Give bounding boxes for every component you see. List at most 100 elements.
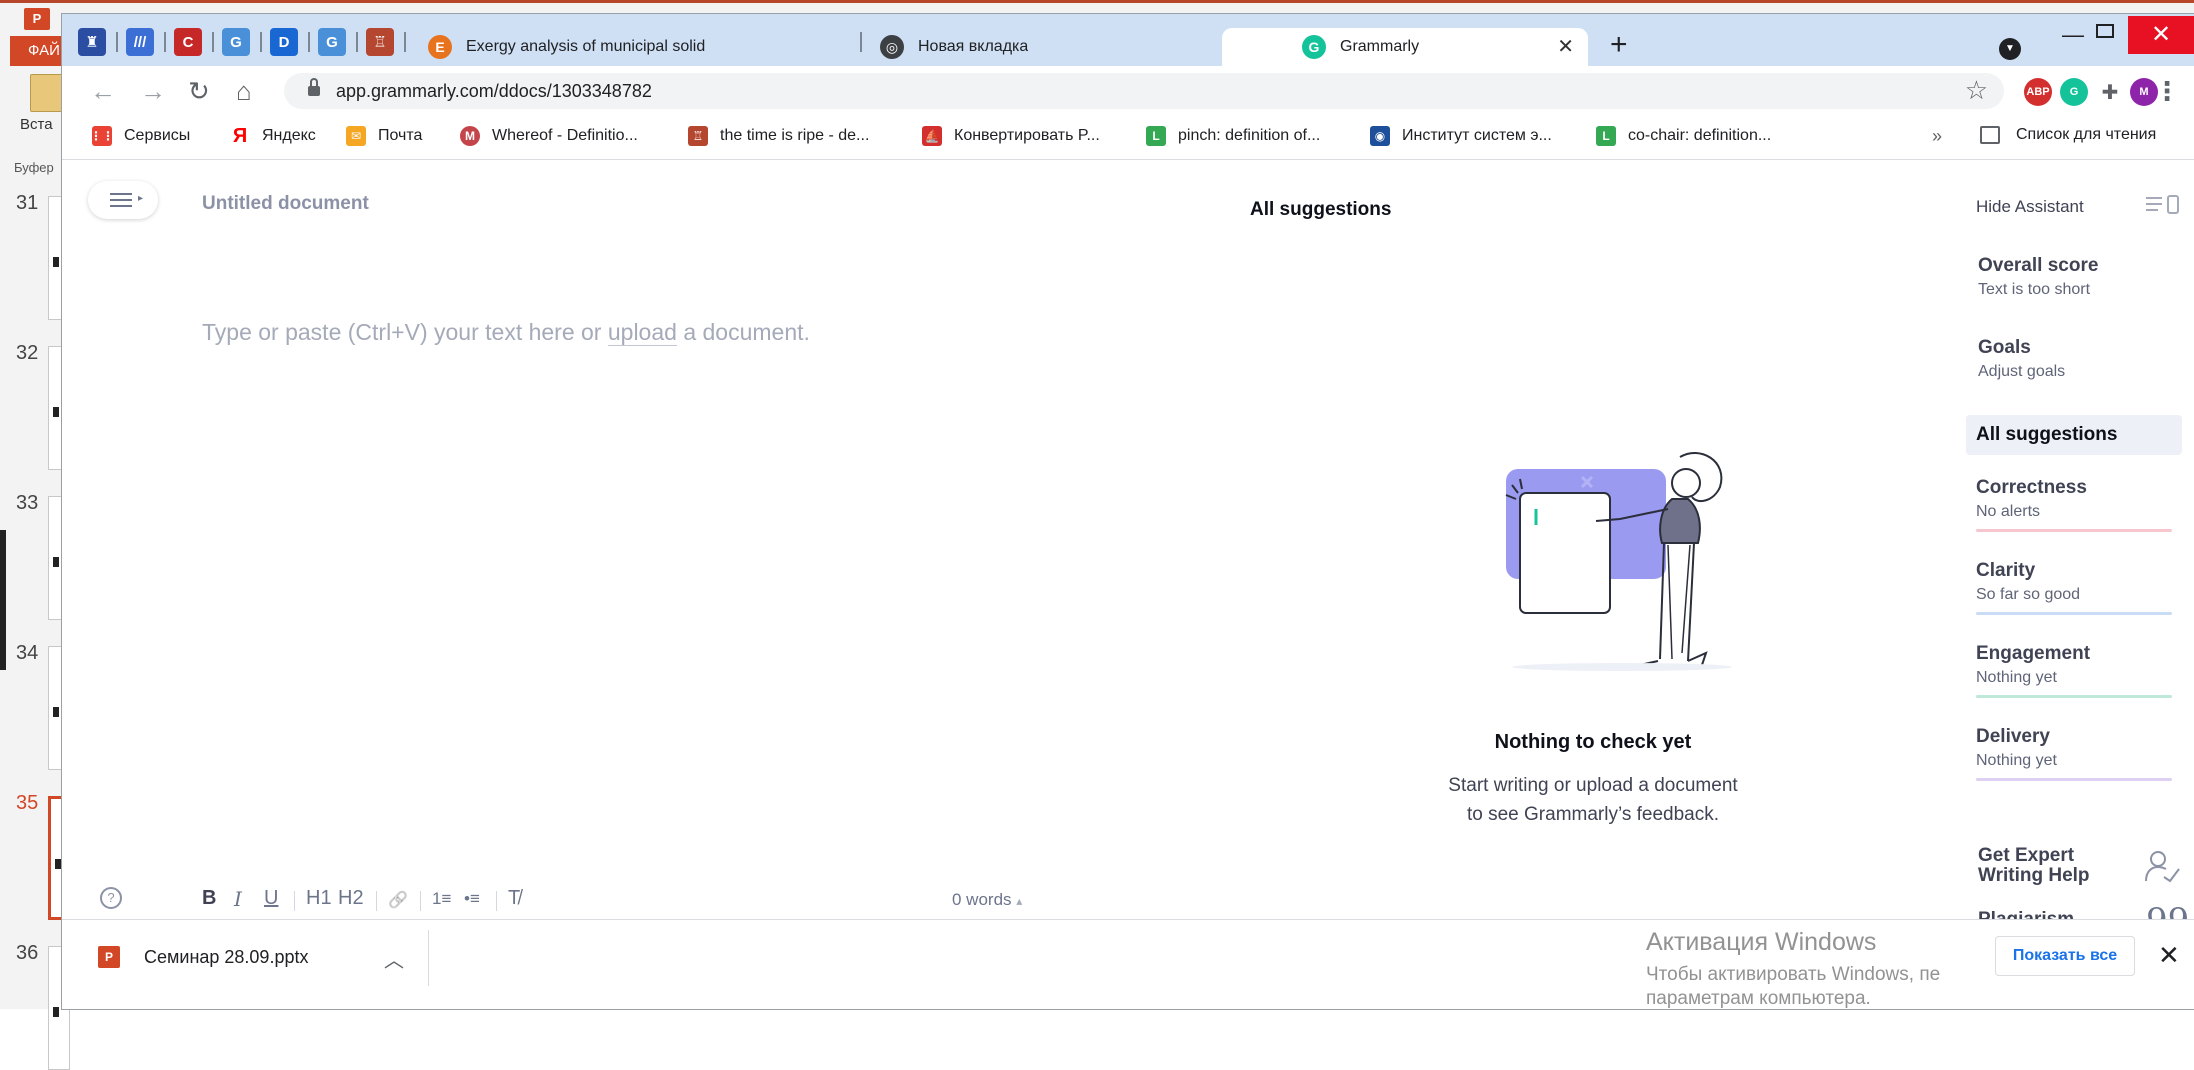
download-item[interactable]: P Семинар 28.09.pptx ︿ (98, 938, 420, 978)
bookmark-pinch[interactable]: Lpinch: definition of... (1146, 126, 1320, 146)
bookmark-converter[interactable]: ⛵ Конвертировать P... (922, 126, 1100, 146)
empty-state-line: to see Grammarly’s feedback. (1466, 804, 1720, 825)
pinned-tab-6-icon: G (326, 33, 338, 51)
bookmark-institute[interactable]: ◉ Институт систем э... (1370, 126, 1552, 146)
heading-1-button[interactable]: H1 (306, 887, 332, 910)
engagement-filter[interactable]: Engagement Nothing yet (1976, 643, 2172, 698)
bookmark-whereof[interactable]: M Whereof - Definitio... (460, 126, 638, 146)
bookmark-label: Яндекс (262, 127, 316, 144)
bookmark-yandex[interactable]: Я Яндекс (230, 124, 316, 147)
delivery-filter[interactable]: Delivery Nothing yet (1976, 726, 2172, 781)
pinned-tab-6[interactable]: G (318, 28, 346, 56)
menu-caret-icon: ▸ (138, 193, 144, 204)
category-underline (1976, 695, 2172, 698)
minimize-icon[interactable]: — (2062, 22, 2084, 48)
more-bookmarks-icon[interactable]: » (1932, 126, 1942, 147)
hide-assistant-icon[interactable] (2146, 195, 2180, 215)
yandex-icon: Я (232, 124, 248, 147)
tab-grammarly[interactable]: G Grammarly ✕ (1222, 28, 1588, 66)
chrome-menu-icon[interactable]: ⋮ (2154, 76, 2180, 107)
adblock-extension-icon[interactable]: ABP (2024, 78, 2052, 106)
pinned-tab-5[interactable]: D (270, 28, 298, 56)
link-icon[interactable]: 🔗 (388, 890, 408, 910)
document-menu-button[interactable]: ▸ (88, 181, 158, 219)
chevron-up-icon[interactable]: ︿ (384, 944, 404, 973)
back-arrow-icon[interactable]: ← (90, 76, 116, 106)
bookmark-star-icon[interactable]: ☆ (1965, 75, 1988, 106)
bookmark-services[interactable]: ⋮⋮ Сервисы (90, 126, 190, 146)
powerpoint-file-tab[interactable]: ФАЙ (10, 36, 66, 66)
new-tab-button[interactable]: + (1610, 28, 1628, 62)
tab-exergy[interactable]: E Exergy analysis of municipal solid ✕ (414, 28, 914, 66)
expert-label-line: Writing Help (1978, 865, 2090, 886)
correctness-filter[interactable]: Correctness No alerts (1976, 477, 2172, 532)
italic-button[interactable]: I (234, 887, 242, 911)
bookmark-mail[interactable]: ✉ Почта (346, 126, 422, 146)
window-close-icon[interactable]: ✕ (2128, 16, 2194, 54)
show-all-downloads-button[interactable]: Показать все (1995, 936, 2135, 976)
cambridge-icon: ♖ (688, 126, 708, 146)
close-tab-icon[interactable]: ✕ (1557, 34, 1574, 59)
reload-icon[interactable]: ↻ (188, 76, 210, 106)
goals-title: Goals (1978, 337, 2031, 358)
clear-formatting-icon[interactable]: T̸ (508, 887, 520, 910)
address-bar[interactable]: app.grammarly.com/ddocs/1303348782 ☆ (284, 73, 2004, 109)
bookmarks-bar: ⋮⋮ Сервисы Я Яндекс ✉ Почта M Whereof - Defi… (62, 116, 2194, 160)
heading-2-button[interactable]: H2 (338, 887, 364, 910)
goals[interactable]: Goals Adjust goals (1978, 337, 2065, 381)
download-file-name[interactable]: Семинар 28.09.pptx (144, 947, 308, 968)
paste-icon[interactable] (30, 74, 64, 112)
pinned-tab-7-icon: ♖ (373, 34, 387, 51)
word-count[interactable]: 0 words ▴ (952, 890, 1022, 910)
hide-assistant-button[interactable]: Hide Assistant (1976, 197, 2084, 217)
apps-grid-icon: ⋮⋮ (90, 126, 114, 146)
pinned-tab-2[interactable]: /// (126, 28, 154, 56)
tab-separator (212, 32, 214, 52)
lock-icon[interactable] (308, 78, 320, 97)
category-title: Clarity (1976, 560, 2036, 581)
maximize-icon[interactable] (2096, 24, 2114, 38)
all-suggestions-filter[interactable]: All suggestions (1966, 415, 2182, 455)
editor-text-area[interactable]: Type or paste (Ctrl+V) your text here or… (202, 319, 810, 346)
bookmark-label: Почта (378, 127, 423, 144)
tab-separator (356, 32, 358, 52)
pinned-tab-3[interactable]: C (174, 28, 202, 56)
upload-link[interactable]: upload (607, 319, 677, 346)
pinned-tab-7[interactable]: ♖ (366, 28, 394, 56)
expert-writing-help-button[interactable]: Get Expert Writing Help (1978, 846, 2090, 886)
extensions-puzzle-icon[interactable]: ✚ (2096, 78, 2124, 106)
clarity-filter[interactable]: Clarity So far so good (1976, 560, 2172, 615)
reading-list-button[interactable]: Список для чтения (1980, 126, 2156, 144)
pinned-tab-1[interactable]: ♜ (78, 28, 106, 56)
home-icon[interactable]: ⌂ (236, 76, 252, 106)
toolbar-separator (294, 891, 295, 911)
hamburger-icon (110, 193, 132, 207)
converter-icon: ⛵ (922, 126, 942, 146)
overall-score[interactable]: Overall score Text is too short (1978, 255, 2098, 299)
powerpoint-app-icon[interactable]: P (24, 8, 50, 30)
category-status: Nothing yet (1976, 669, 2057, 686)
url-text[interactable]: app.grammarly.com/ddocs/1303348782 (336, 81, 652, 102)
toolbar-separator (420, 891, 421, 911)
document-title[interactable]: Untitled document (202, 193, 369, 215)
grammarly-extension-icon[interactable]: G (2060, 78, 2088, 106)
adjust-goals-link[interactable]: Adjust goals (1978, 363, 2065, 381)
pinned-tab-4[interactable]: G (222, 28, 250, 56)
bullet-list-icon[interactable]: •≡ (464, 889, 480, 909)
tab-separator (164, 32, 166, 52)
ordered-list-icon[interactable]: 1≡ (432, 889, 451, 909)
formatting-toolbar: ? B I U H1 H2 🔗 1≡ •≡ T̸ 0 words ▴ (62, 881, 1950, 919)
forward-arrow-icon[interactable]: → (140, 76, 166, 106)
tab-search-icon[interactable]: ▼ (1999, 38, 2021, 60)
bookmark-co-chair[interactable]: Lco-chair: definition... (1596, 126, 1771, 146)
help-icon[interactable]: ? (100, 887, 122, 909)
tab-new-tab[interactable]: ◎ Новая вкладка ✕ (872, 28, 1282, 66)
overall-score-title: Overall score (1978, 255, 2099, 276)
bookmark-time-is-ripe[interactable]: ♖ the time is ripe - de... (688, 126, 869, 146)
underline-button[interactable]: U (264, 887, 278, 910)
tab-separator (308, 32, 310, 52)
bold-button[interactable]: B (202, 887, 216, 910)
close-downloads-icon[interactable]: ✕ (2158, 940, 2180, 971)
expert-person-icon[interactable] (2144, 849, 2180, 883)
toolbar-separator (376, 891, 377, 911)
